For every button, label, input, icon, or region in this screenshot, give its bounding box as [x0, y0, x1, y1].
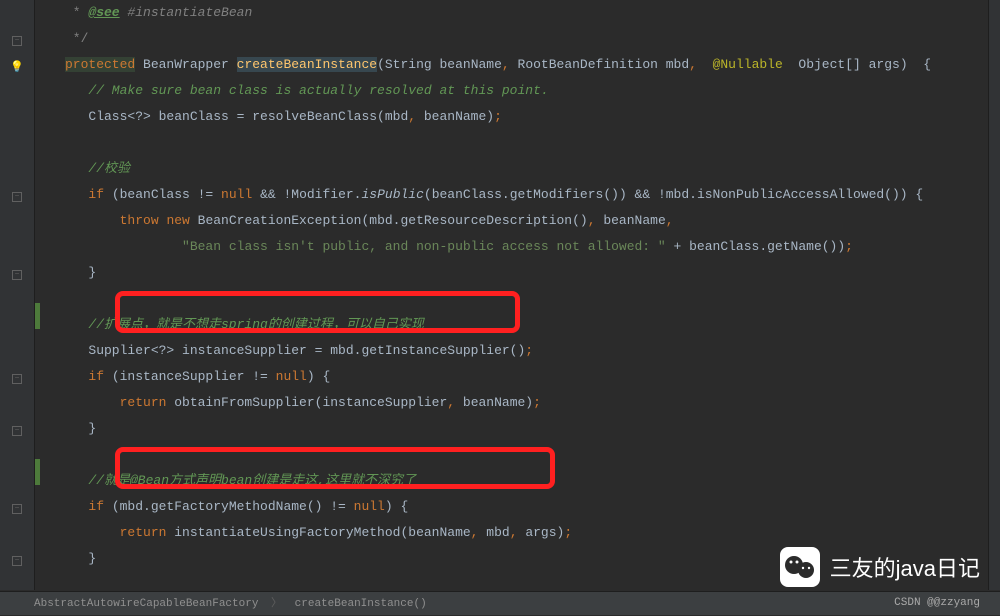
- gutter-row: [0, 80, 34, 106]
- watermark-text: 三友的java日记: [830, 551, 980, 583]
- gutter: − 💡 − − − − − −: [0, 0, 35, 590]
- code-line[interactable]: // Make sure bean class is actually reso…: [37, 78, 1000, 104]
- code-line[interactable]: //校验: [37, 156, 1000, 182]
- bulb-icon[interactable]: 💡: [0, 54, 34, 80]
- gutter-row: [0, 210, 34, 236]
- code-line[interactable]: return instantiateUsingFactoryMethod(bea…: [37, 520, 1000, 546]
- code-line[interactable]: if (beanClass != null && !Modifier.isPub…: [37, 182, 1000, 208]
- fold-close-icon[interactable]: −: [0, 28, 34, 54]
- gutter-row: [0, 158, 34, 184]
- gutter-row: [0, 470, 34, 496]
- gutter-row: [0, 288, 34, 314]
- code-line[interactable]: protected BeanWrapper createBeanInstance…: [37, 52, 1000, 78]
- watermark: 三友的java日记: [780, 547, 980, 587]
- gutter-row: [0, 236, 34, 262]
- code-line[interactable]: [37, 130, 1000, 156]
- fold-close-icon[interactable]: −: [0, 548, 34, 574]
- code-line[interactable]: }: [37, 260, 1000, 286]
- code-line[interactable]: Class<?> beanClass = resolveBeanClass(mb…: [37, 104, 1000, 130]
- gutter-row: [0, 106, 34, 132]
- fold-close-icon[interactable]: −: [0, 418, 34, 444]
- gutter-row: [0, 522, 34, 548]
- gutter-row: [0, 444, 34, 470]
- code-line[interactable]: "Bean class isn't public, and non-public…: [37, 234, 1000, 260]
- code-line[interactable]: */: [37, 26, 1000, 52]
- vcs-marker: [35, 459, 40, 485]
- gutter-row: [0, 314, 34, 340]
- code-line[interactable]: }: [37, 416, 1000, 442]
- code-line[interactable]: if (instanceSupplier != null) {: [37, 364, 1000, 390]
- scrollbar[interactable]: [988, 0, 1000, 590]
- code-line[interactable]: //就是@Bean方式声明bean创建是走这,这里就不深究了: [37, 468, 1000, 494]
- code-line[interactable]: * @see #instantiateBean: [37, 0, 1000, 26]
- chevron-right-icon: 〉: [271, 598, 282, 610]
- code-area[interactable]: * @see #instantiateBean */ protected Bea…: [35, 0, 1000, 590]
- vcs-marker: [35, 303, 40, 329]
- code-line[interactable]: [37, 286, 1000, 312]
- code-line[interactable]: [37, 442, 1000, 468]
- fold-open-icon[interactable]: −: [0, 184, 34, 210]
- code-line[interactable]: Supplier<?> instanceSupplier = mbd.getIn…: [37, 338, 1000, 364]
- wechat-icon: [780, 547, 820, 587]
- code-line[interactable]: if (mbd.getFactoryMethodName() != null) …: [37, 494, 1000, 520]
- code-line[interactable]: //扩展点，就是不想走spring的创建过程，可以自己实现: [37, 312, 1000, 338]
- code-line[interactable]: return obtainFromSupplier(instanceSuppli…: [37, 390, 1000, 416]
- gutter-row: [0, 392, 34, 418]
- gutter-row: [0, 132, 34, 158]
- breadcrumb-item[interactable]: createBeanInstance(): [295, 598, 427, 610]
- watermark-sub: CSDN @@zzyang: [894, 597, 980, 609]
- gutter-row: [0, 2, 34, 28]
- breadcrumb[interactable]: AbstractAutowireCapableBeanFactory 〉 cre…: [0, 591, 1000, 615]
- code-line[interactable]: throw new BeanCreationException(mbd.getR…: [37, 208, 1000, 234]
- breadcrumb-item[interactable]: AbstractAutowireCapableBeanFactory: [34, 598, 258, 610]
- gutter-row: [0, 340, 34, 366]
- fold-open-icon[interactable]: −: [0, 496, 34, 522]
- fold-close-icon[interactable]: −: [0, 262, 34, 288]
- fold-open-icon[interactable]: −: [0, 366, 34, 392]
